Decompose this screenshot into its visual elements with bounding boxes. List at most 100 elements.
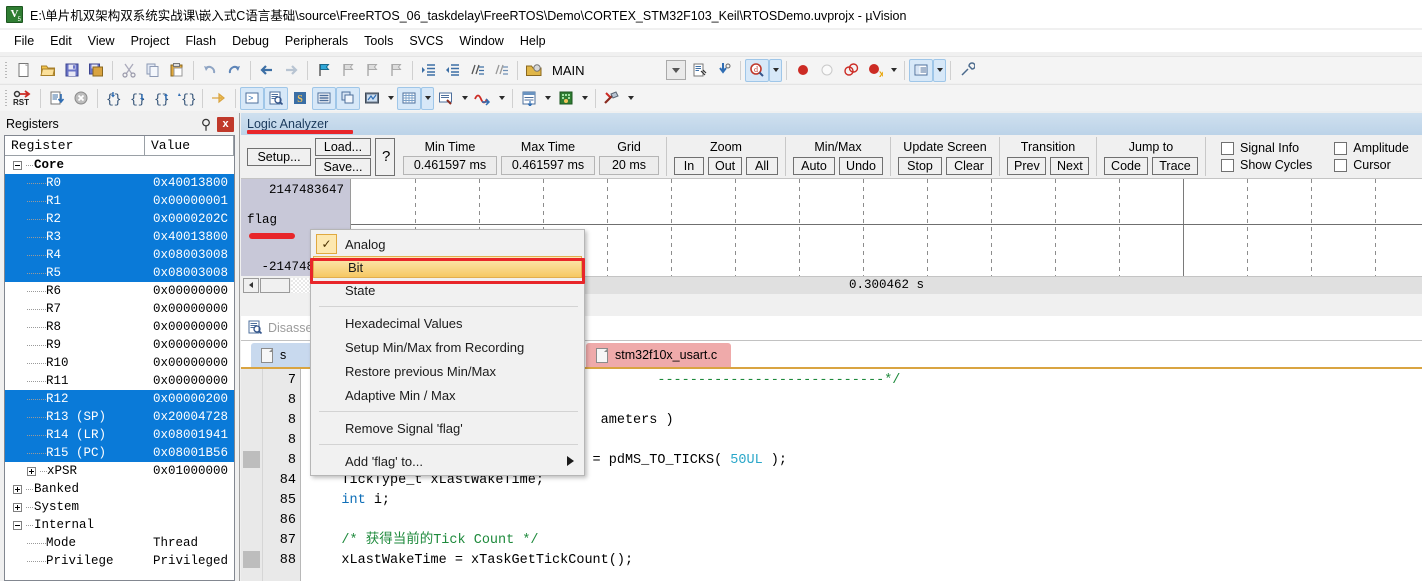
context-menu-item-state[interactable]: State — [311, 278, 584, 302]
context-menu-item-add-flag-to[interactable]: Add 'flag' to... — [311, 449, 584, 473]
target-options-dialog-icon[interactable] — [688, 59, 712, 82]
code-line[interactable] — [309, 511, 1422, 531]
register-row[interactable]: Core — [5, 156, 234, 174]
register-row[interactable]: R0 0x40013800 — [5, 174, 234, 192]
memory-window-icon[interactable] — [397, 86, 421, 110]
toolbar-grip[interactable] — [3, 60, 10, 80]
configuration-wizard-icon[interactable] — [955, 59, 979, 82]
menu-window[interactable]: Window — [451, 32, 511, 50]
context-menu-item-restore-previous-minmax[interactable]: Restore previous Min/Max — [311, 359, 584, 383]
context-menu-item-hexadecimal-values[interactable]: Hexadecimal Values — [311, 311, 584, 335]
help-button[interactable]: ? — [375, 138, 395, 176]
code-line[interactable]: int i; — [309, 491, 1422, 511]
menu-view[interactable]: View — [80, 32, 123, 50]
step-over-icon[interactable]: {} — [126, 87, 150, 110]
cut-icon[interactable] — [117, 59, 141, 82]
register-row[interactable]: R10 0x00000000 — [5, 354, 234, 372]
toolbar-grip-2[interactable] — [3, 88, 10, 108]
minmax-auto-button[interactable]: Auto — [793, 156, 835, 175]
editor-tab-1[interactable]: stm32f10x_usart.c — [586, 343, 732, 367]
menu-svcs[interactable]: SVCS — [401, 32, 451, 50]
register-row[interactable]: R15 (PC) 0x08001B56 — [5, 444, 234, 462]
register-row[interactable]: R8 0x00000000 — [5, 318, 234, 336]
menu-tools[interactable]: Tools — [356, 32, 401, 50]
register-row[interactable]: R2 0x0000202C — [5, 210, 234, 228]
register-row[interactable]: Banked — [5, 480, 234, 498]
breakpoints-dropdown-arrow[interactable] — [887, 59, 900, 82]
new-file-icon[interactable] — [12, 59, 36, 82]
max-time-value[interactable]: 0.461597 ms — [501, 156, 595, 175]
context-menu-item-bit[interactable]: Bit — [313, 256, 582, 278]
uncomment-lines-icon[interactable] — [489, 59, 513, 82]
register-row[interactable]: R13 (SP) 0x20004728 — [5, 408, 234, 426]
min-time-value[interactable]: 0.461597 ms — [403, 156, 497, 175]
run-to-line-icon[interactable]: {} — [174, 87, 198, 110]
disassembly-window-icon[interactable] — [264, 86, 288, 110]
bookmark-toggle-icon[interactable] — [312, 59, 336, 82]
minmax-undo-button[interactable]: Undo — [839, 156, 883, 175]
register-row[interactable]: xPSR 0x01000000 — [5, 462, 234, 480]
navigate-forward-icon[interactable] — [279, 59, 303, 82]
target-combo-value[interactable]: MAIN — [546, 63, 666, 78]
menu-help[interactable]: Help — [512, 32, 554, 50]
register-row[interactable]: R3 0x40013800 — [5, 228, 234, 246]
serial-dropdown-arrow[interactable] — [458, 87, 471, 110]
copy-icon[interactable] — [141, 59, 165, 82]
indent-increase-icon[interactable] — [417, 59, 441, 82]
column-header-value[interactable]: Value — [145, 136, 234, 155]
column-header-register[interactable]: Register — [5, 136, 145, 155]
registers-table[interactable]: Register Value Core R0 0x40013800 R1 0x00000… — [4, 135, 235, 581]
disable-all-breakpoints-icon[interactable] — [839, 59, 863, 82]
checkbox-show-cycles[interactable]: Show Cycles — [1221, 158, 1312, 172]
call-stack-window-icon[interactable] — [336, 86, 360, 110]
register-row[interactable]: R9 0x00000000 — [5, 336, 234, 354]
memory-dropdown-arrow[interactable] — [421, 86, 434, 110]
context-menu-item-adaptive-minmax[interactable]: Adaptive Min / Max — [311, 383, 584, 407]
register-row[interactable]: R6 0x00000000 — [5, 282, 234, 300]
save-all-icon[interactable] — [84, 59, 108, 82]
watch-dropdown-arrow[interactable] — [384, 87, 397, 110]
close-icon[interactable]: x — [217, 116, 234, 132]
trace-window-icon[interactable] — [517, 87, 541, 110]
system-viewer-icon[interactable] — [554, 87, 578, 110]
checkbox-box-show-cycles[interactable] — [1221, 158, 1234, 172]
menu-debug[interactable]: Debug — [224, 32, 277, 50]
stop-debug-icon[interactable] — [69, 87, 93, 110]
insert-breakpoint-icon[interactable] — [791, 59, 815, 82]
plot-signal-name[interactable]: flag — [247, 213, 277, 227]
register-row[interactable]: Privilege Privileged — [5, 552, 234, 570]
bookmark-prev-icon[interactable] — [336, 59, 360, 82]
toolbox-icon[interactable] — [600, 87, 624, 110]
navigate-backward-icon[interactable] — [255, 59, 279, 82]
menu-peripherals[interactable]: Peripherals — [277, 32, 356, 50]
tree-expander[interactable] — [13, 502, 22, 512]
scroll-thumb[interactable] — [260, 277, 290, 293]
register-row[interactable]: R1 0x00000001 — [5, 192, 234, 210]
register-row[interactable]: R5 0x08003008 — [5, 264, 234, 282]
code-line[interactable]: /* 获得当前的Tick Count */ — [309, 531, 1422, 551]
breakpoint-mark-2[interactable] — [243, 551, 260, 568]
context-menu-item-remove-signal[interactable]: Remove Signal 'flag' — [311, 416, 584, 440]
register-row[interactable]: R7 0x00000000 — [5, 300, 234, 318]
tree-expander[interactable] — [13, 484, 22, 494]
transition-next-button[interactable]: Next — [1050, 156, 1089, 175]
checkbox-signal-info[interactable]: Signal Info — [1221, 141, 1312, 155]
manage-runtime-icon[interactable] — [712, 59, 736, 82]
undo-icon[interactable] — [198, 59, 222, 82]
bookmark-clear-icon[interactable] — [384, 59, 408, 82]
menu-edit[interactable]: Edit — [42, 32, 80, 50]
grid-value[interactable]: 20 ms — [599, 156, 659, 175]
register-row[interactable]: R11 0x00000000 — [5, 372, 234, 390]
reset-cpu-icon[interactable]: RST — [12, 87, 36, 110]
checkbox-box-cursor[interactable] — [1334, 158, 1348, 172]
register-row[interactable]: R4 0x08003008 — [5, 246, 234, 264]
open-file-icon[interactable] — [36, 59, 60, 82]
analysis-windows-icon[interactable] — [471, 87, 495, 110]
comment-lines-icon[interactable] — [465, 59, 489, 82]
register-row[interactable]: Mode Thread — [5, 534, 234, 552]
load-button[interactable]: Load... — [315, 138, 371, 156]
zoom-out-button[interactable]: Out — [708, 156, 742, 175]
symbol-window-icon[interactable]: S — [288, 87, 312, 110]
find-dropdown-arrow[interactable] — [769, 58, 782, 82]
transition-prev-button[interactable]: Prev — [1007, 156, 1046, 175]
